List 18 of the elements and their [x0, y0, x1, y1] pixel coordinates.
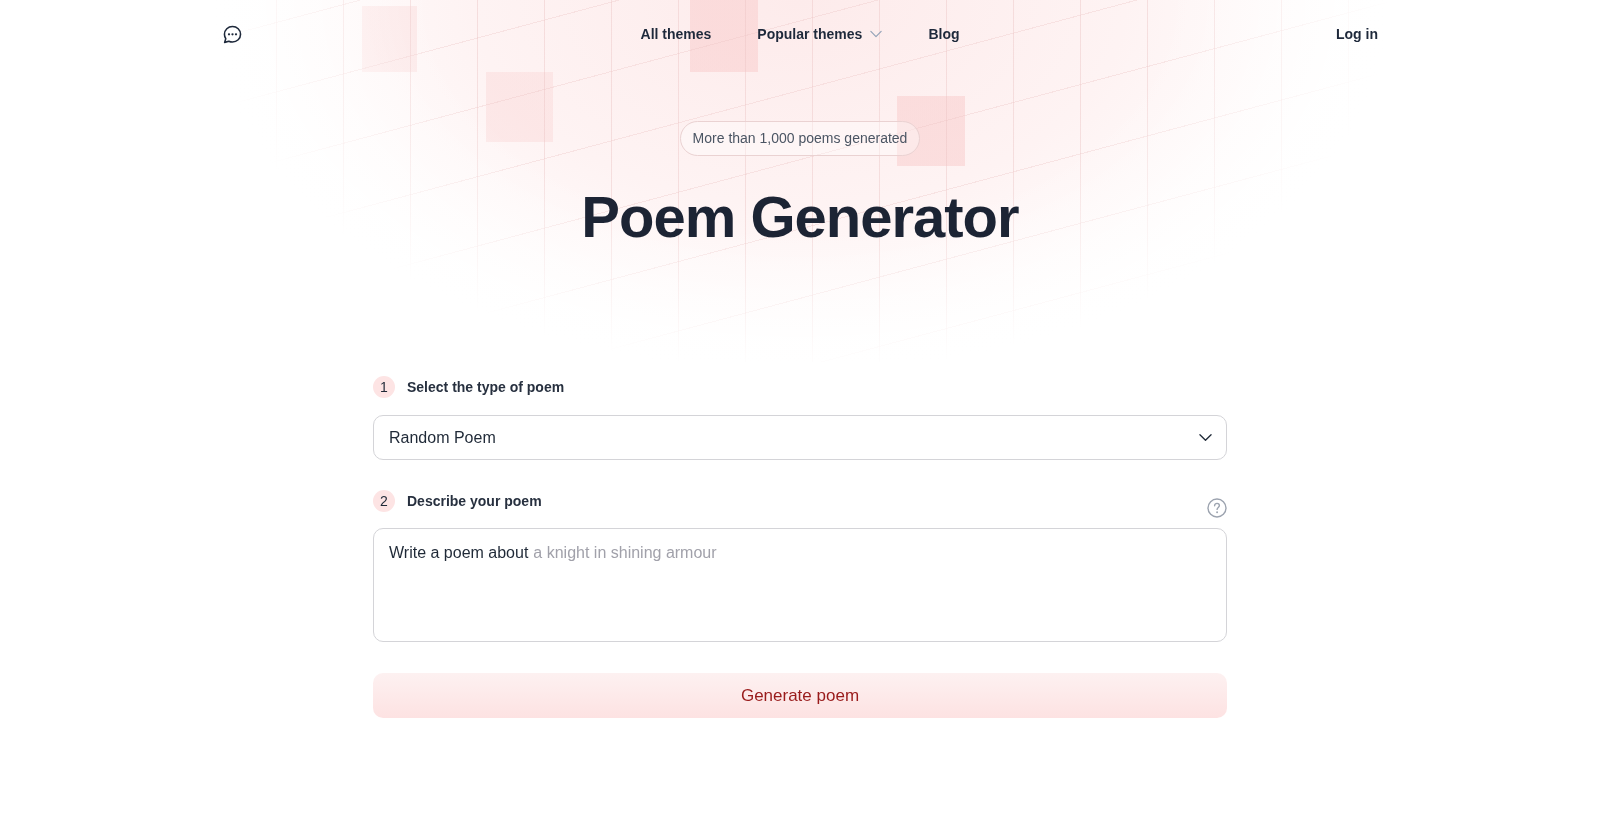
- step-number: 1: [373, 376, 395, 398]
- dropdown-toggle-link[interactable]: Popular themes: [757, 23, 883, 45]
- login-link[interactable]: Log in: [1336, 23, 1378, 45]
- description-field[interactable]: Write a poem about a knight in shining armour: [373, 528, 1227, 642]
- chat-bubble-icon[interactable]: [222, 23, 243, 45]
- nav-link[interactable]: Blog: [928, 23, 960, 45]
- poem-type-select[interactable]: Random Poem: [373, 415, 1227, 460]
- step-number: 2: [373, 490, 395, 512]
- generate-poem-button[interactable]: Generate poem: [373, 673, 1227, 718]
- chevron-down-icon: [870, 28, 883, 40]
- step-label: Describe your poem: [407, 492, 542, 511]
- nav-link[interactable]: All themes: [640, 23, 712, 45]
- chevron-down-icon: [1199, 431, 1212, 444]
- description-input[interactable]: a knight in shining armour: [528, 541, 1211, 565]
- step-label: Select the type of poem: [407, 378, 565, 397]
- prompt-prefix-text: Write a poem about: [389, 543, 529, 563]
- page-title: Poem Generator: [581, 183, 1019, 251]
- poems-count-badge: More than 1,000 poems generated: [679, 121, 921, 156]
